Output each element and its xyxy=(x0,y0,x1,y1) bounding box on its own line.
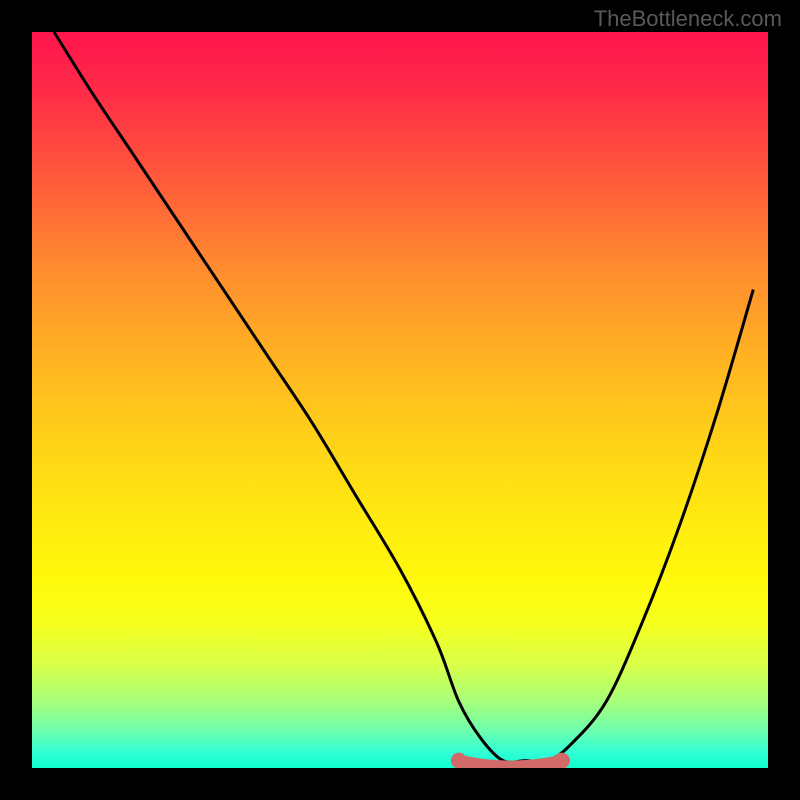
optimal-range-end-dot xyxy=(554,753,570,768)
chart-area xyxy=(32,32,768,768)
optimal-range-start-dot xyxy=(451,753,467,768)
optimal-range-segment xyxy=(459,761,562,767)
watermark-text: TheBottleneck.com xyxy=(594,6,782,32)
chart-svg xyxy=(32,32,768,768)
bottleneck-curve xyxy=(54,32,753,762)
